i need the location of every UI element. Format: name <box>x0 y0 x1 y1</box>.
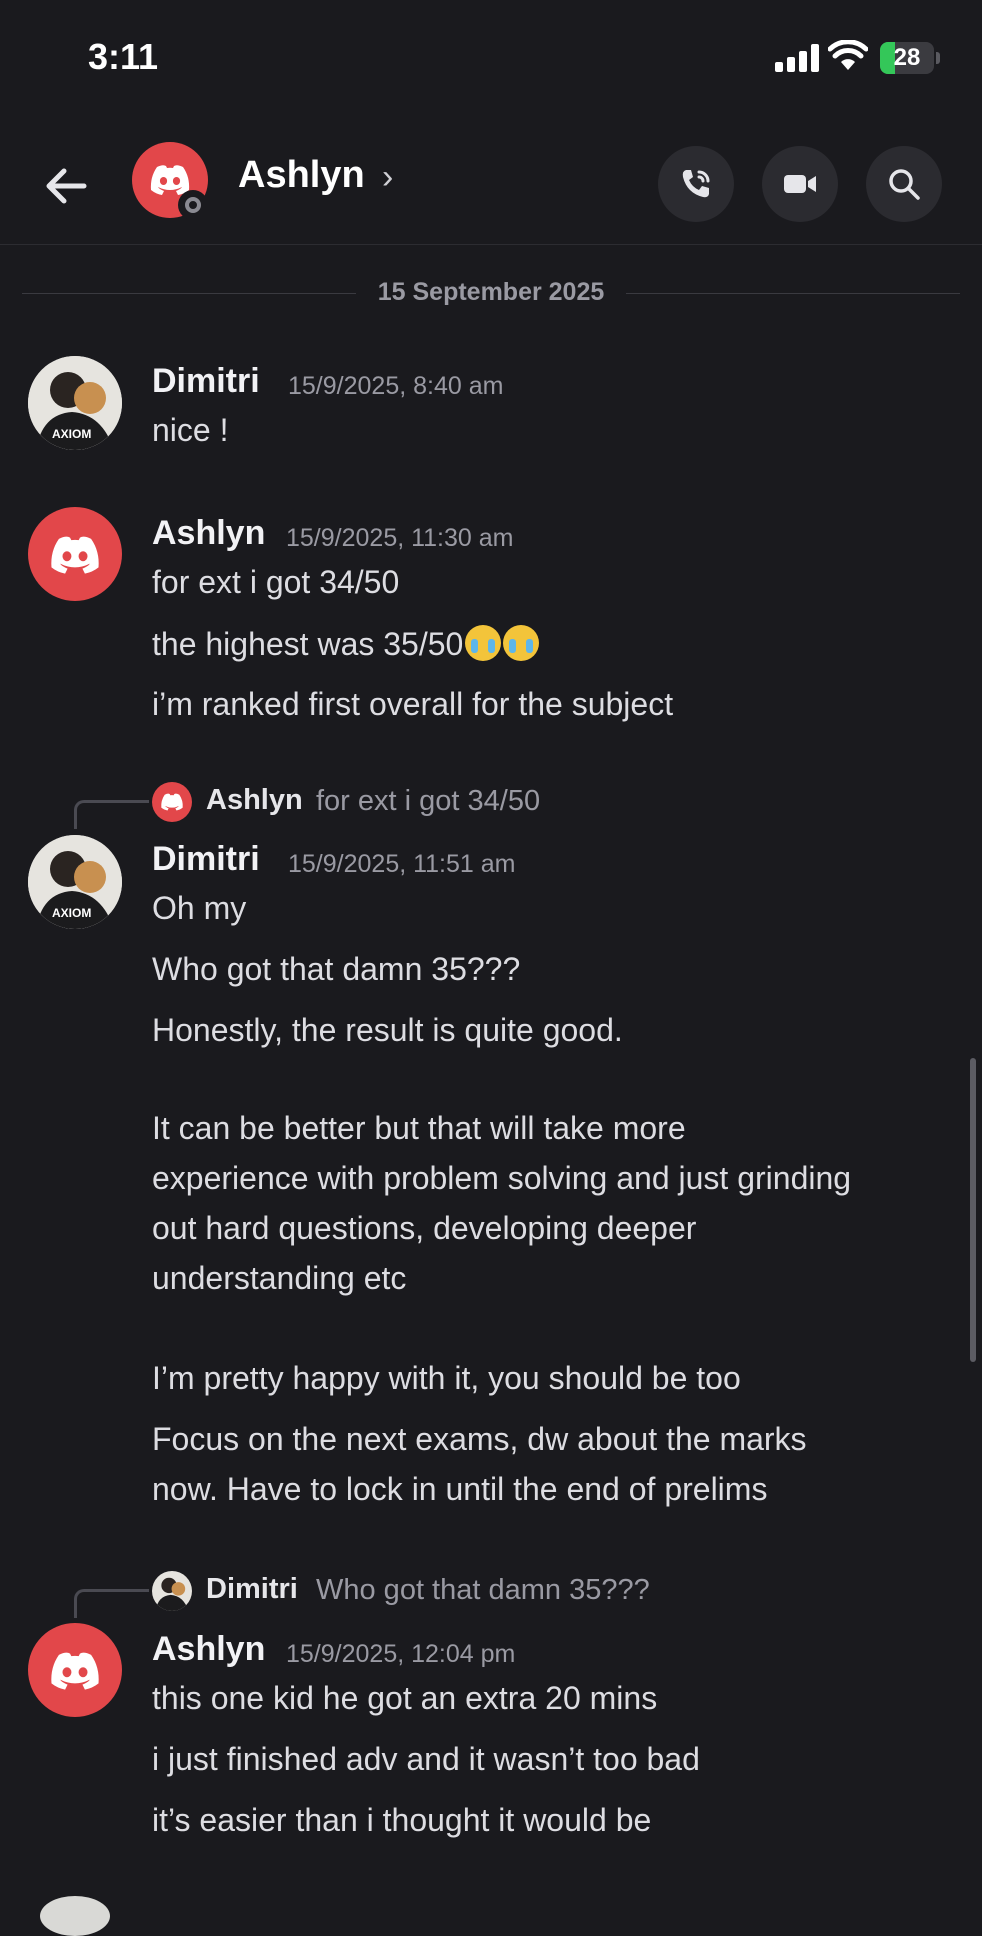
message-author[interactable]: Dimitri <box>152 362 260 401</box>
message-timestamp: 15/9/2025, 11:51 am <box>288 850 516 878</box>
profile-photo-icon: AXIOM <box>28 835 122 929</box>
date-divider-label: 15 September 2025 <box>355 278 627 306</box>
video-call-button[interactable] <box>762 146 838 222</box>
next-message-avatar <box>40 1896 110 1936</box>
discord-logo-icon <box>161 793 183 811</box>
cellular-signal-icon <box>775 44 821 72</box>
svg-text:AXIOM: AXIOM <box>52 906 91 920</box>
reply-author: Ashlyn <box>206 784 303 816</box>
message-text: Focus on the next exams, dw about the ma… <box>152 1421 807 1457</box>
message-author[interactable]: Dimitri <box>152 840 260 879</box>
offline-status-icon <box>178 190 208 220</box>
voice-call-button[interactable] <box>658 146 734 222</box>
date-divider: 15 September 2025 <box>22 278 960 308</box>
user-avatar[interactable]: AXIOM <box>28 356 122 450</box>
profile-photo-icon <box>155 1577 189 1611</box>
chevron-right-icon[interactable]: › <box>382 158 393 197</box>
message-text: the highest was 35/50 <box>152 625 540 663</box>
svg-text:AXIOM: AXIOM <box>52 427 91 441</box>
message-text: this one kid he got an extra 20 mins <box>152 1680 658 1716</box>
message-timestamp: 15/9/2025, 11:30 am <box>286 524 514 552</box>
status-bar: 3:11 28 <box>0 0 982 120</box>
user-avatar[interactable] <box>28 1623 122 1717</box>
message-text: it’s easier than i thought it would be <box>152 1802 652 1838</box>
contact-name[interactable]: Ashlyn <box>238 154 365 197</box>
user-avatar[interactable]: AXIOM <box>28 835 122 929</box>
discord-logo-icon <box>51 536 99 574</box>
message-text: Who got that damn 35??? <box>152 951 521 987</box>
reply-author: Dimitri <box>206 1573 298 1605</box>
loudly-crying-emoji-icon <box>503 625 540 661</box>
battery-icon: 28 <box>880 42 934 74</box>
chat-header: Ashlyn › <box>0 120 982 245</box>
user-avatar[interactable] <box>28 507 122 601</box>
message-text: out hard questions, developing deeper <box>152 1210 697 1246</box>
reply-avatar <box>152 782 192 822</box>
message-timestamp: 15/9/2025, 8:40 am <box>288 372 504 400</box>
message-text: understanding etc <box>152 1260 407 1296</box>
reply-reference[interactable]: Ashlyn for ext i got 34/50 <box>0 780 982 829</box>
video-camera-icon <box>784 175 816 193</box>
reply-connector <box>74 800 149 829</box>
message-text: for ext i got 34/50 <box>152 564 400 600</box>
message-text: It can be better but that will take more <box>152 1110 686 1146</box>
message-text: I’m pretty happy with it, you should be … <box>152 1360 741 1396</box>
battery-level: 28 <box>893 44 921 71</box>
message-group: AXIOM Dimitri 15/9/2025, 8:40 am nice ! <box>0 352 982 462</box>
profile-photo-icon: AXIOM <box>28 356 122 450</box>
message-text: Oh my <box>152 890 247 926</box>
search-icon <box>889 169 920 200</box>
message-group: Ashlyn 15/9/2025, 11:30 am for ext i got… <box>0 504 982 734</box>
reply-snippet: for ext i got 34/50 <box>316 785 541 817</box>
wifi-icon <box>828 40 868 70</box>
message-text: now. Have to lock in until the end of pr… <box>152 1471 768 1507</box>
message-text: i’m ranked first overall for the subject <box>152 686 674 722</box>
back-arrow-icon[interactable] <box>38 158 94 214</box>
message-author[interactable]: Ashlyn <box>152 514 265 553</box>
message-author[interactable]: Ashlyn <box>152 1630 265 1669</box>
message-text: i just finished adv and it wasn’t too ba… <box>152 1741 700 1777</box>
message-timestamp: 15/9/2025, 12:04 pm <box>286 1640 516 1668</box>
loudly-crying-emoji-icon <box>465 625 502 661</box>
reply-connector <box>74 1589 149 1618</box>
search-button[interactable] <box>866 146 942 222</box>
message-text: experience with problem solving and just… <box>152 1160 852 1196</box>
reply-avatar <box>152 1571 192 1611</box>
message-group: Ashlyn 15/9/2025, 12:04 pm this one kid … <box>0 1620 982 1850</box>
reply-snippet: Who got that damn 35??? <box>316 1574 650 1606</box>
reply-reference[interactable]: Dimitri Who got that damn 35??? <box>0 1569 982 1618</box>
status-time: 3:11 <box>88 36 159 77</box>
message-text-content: the highest was 35/50 <box>152 626 464 662</box>
message-text: Honestly, the result is quite good. <box>152 1012 623 1048</box>
phone-call-icon <box>682 170 710 198</box>
battery-cap <box>936 52 940 64</box>
discord-logo-icon <box>51 1652 99 1690</box>
message-text: nice ! <box>152 412 229 448</box>
scrollbar[interactable] <box>970 1058 976 1362</box>
message-group: AXIOM Dimitri 15/9/2025, 11:51 am Oh my … <box>0 830 982 1530</box>
